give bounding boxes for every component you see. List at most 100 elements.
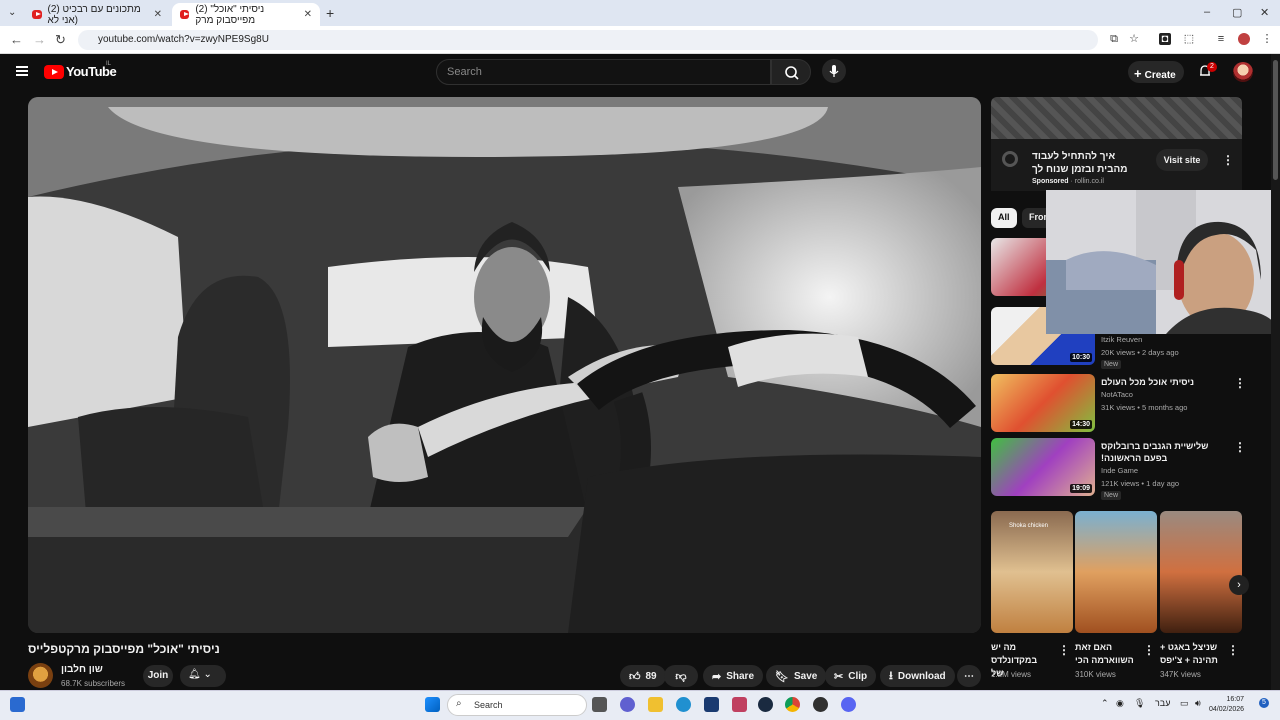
windows-start-icon[interactable]	[425, 697, 440, 712]
reload-icon[interactable]: ↻	[55, 32, 66, 48]
short-views: 1.2M views	[991, 670, 1032, 679]
related-more-icon[interactable]: ⋮	[1234, 440, 1246, 454]
sponsored-label: Sponsored	[1032, 178, 1069, 185]
url-text: youtube.com/watch?v=zwyNPE9Sg8U	[98, 34, 269, 45]
store-icon[interactable]	[704, 697, 719, 712]
related-thumbnail-3[interactable]: 14:30	[991, 374, 1095, 432]
short-thumbnail-3[interactable]	[1160, 511, 1242, 633]
channel-avatar[interactable]	[28, 663, 53, 688]
ad-more-icon[interactable]: ⋮	[1222, 153, 1234, 167]
hamburger-menu-icon[interactable]	[16, 66, 28, 76]
related-more-icon[interactable]: ⋮	[1234, 376, 1246, 390]
clip-button[interactable]: ✂ Clip	[825, 665, 877, 687]
obs-icon[interactable]	[813, 697, 828, 712]
close-tab-icon[interactable]: ✕	[154, 9, 162, 20]
short-more-icon[interactable]: ⋮	[1227, 643, 1239, 657]
video-player[interactable]	[28, 97, 981, 633]
shorts-next-icon[interactable]: ›	[1229, 575, 1249, 595]
related-thumbnail-4[interactable]: 19:09	[991, 438, 1095, 496]
youtube-favicon-icon	[180, 10, 190, 19]
tab-search-icon[interactable]: ≡	[1215, 33, 1227, 45]
tray-app-icon[interactable]: ◉	[1116, 698, 1124, 709]
save-button[interactable]: 🔖︎ Save	[766, 665, 827, 687]
edge-icon[interactable]	[676, 697, 691, 712]
tab-search-icon[interactable]: ⌄	[8, 7, 16, 18]
profile-avatar-icon[interactable]	[1238, 33, 1250, 45]
chip-all[interactable]: All	[991, 208, 1017, 228]
account-avatar[interactable]	[1233, 62, 1253, 82]
dislike-button[interactable]: 👎︎	[664, 665, 698, 687]
short-more-icon[interactable]: ⋮	[1143, 643, 1155, 657]
chrome-icon[interactable]	[785, 697, 800, 712]
related-meta: 20K views • 2 days ago	[1101, 348, 1179, 357]
subscription-bell-button[interactable]: 🔔︎ ⌄	[180, 665, 226, 687]
volume-icon[interactable]: 🔊︎	[1195, 698, 1201, 709]
tray-chevron-icon[interactable]: ⌃	[1101, 698, 1109, 709]
like-button[interactable]: 👍︎ 89	[620, 665, 666, 687]
short-thumbnail-1[interactable]: Shoka chicken	[991, 511, 1073, 633]
more-actions-button[interactable]: ⋯	[957, 665, 981, 687]
short-overlay-text: Shoka chicken	[1009, 523, 1049, 529]
bookmark-star-icon[interactable]: ☆	[1128, 33, 1140, 45]
browser-menu-icon[interactable]: ⋮	[1261, 33, 1273, 45]
scrollbar-thumb[interactable]	[1273, 60, 1278, 180]
short-thumbnail-2[interactable]	[1075, 511, 1157, 633]
download-icon: ⭳	[889, 669, 893, 682]
youtube-favicon-icon	[32, 10, 42, 19]
file-explorer-icon[interactable]	[648, 697, 663, 712]
more-horizontal-icon: ⋯	[964, 670, 974, 682]
create-button[interactable]: + Create	[1128, 61, 1184, 83]
forward-icon[interactable]: →	[33, 32, 46, 47]
widgets-icon[interactable]	[10, 697, 25, 712]
search-button[interactable]	[771, 59, 811, 85]
app-icon[interactable]	[732, 697, 747, 712]
related-channel[interactable]: Itzik Reuven	[1101, 335, 1142, 344]
url-field[interactable]: youtube.com/watch?v=zwyNPE9Sg8U	[78, 30, 1098, 50]
tab-label: (2) ניסיתי "אוכל" מפייסבוק מרק	[195, 3, 265, 26]
search-input[interactable]: Search	[436, 59, 771, 85]
back-icon[interactable]: ←	[10, 32, 23, 47]
short-title[interactable]: האם זאת השווארמה הכי	[1075, 641, 1135, 667]
related-channel[interactable]: Inde Game	[1101, 466, 1138, 475]
taskbar-clock[interactable]: 16:07 04/02/2026	[1209, 695, 1244, 715]
install-app-icon[interactable]: ⧉	[1108, 33, 1120, 45]
extension-icon[interactable]: ◘	[1159, 33, 1171, 45]
close-tab-icon[interactable]: ✕	[304, 9, 312, 20]
related-title[interactable]: שלישיית הגנבים ברובלוקס בפעם הראשונה!	[1101, 440, 1226, 464]
maximize-icon[interactable]: ▢	[1232, 6, 1242, 19]
close-window-icon[interactable]: ✕	[1260, 6, 1269, 19]
clock-time: 16:07	[1226, 696, 1245, 703]
teams-icon[interactable]	[620, 697, 635, 712]
extensions-puzzle-icon[interactable]: ⬚	[1183, 33, 1195, 45]
steam-icon[interactable]	[758, 697, 773, 712]
new-tab-button[interactable]: +	[326, 5, 334, 21]
related-channel[interactable]: NotATaco	[1101, 390, 1133, 399]
notification-count-badge: 2	[1207, 62, 1217, 72]
voice-search-button[interactable]	[822, 59, 846, 83]
address-bar-row: ← → ↻ youtube.com/watch?v=zwyNPE9Sg8U ⧉ …	[0, 26, 1280, 54]
visit-site-button[interactable]: Visit site	[1156, 149, 1208, 171]
microphone-tray-icon[interactable]: 🎙︎	[1134, 698, 1145, 709]
ad-title[interactable]: איך להתחיל לעבוד מהבית ובזמן שנוח לך	[1032, 150, 1142, 176]
notification-center-icon[interactable]: 5	[1259, 698, 1269, 708]
minimize-icon[interactable]: –	[1204, 6, 1210, 18]
country-code: IL	[106, 61, 112, 67]
share-button[interactable]: ➦ Share	[703, 665, 764, 687]
short-title[interactable]: שניצל באגט + תהינה + צ'יפס	[1160, 641, 1220, 667]
youtube-logo-icon[interactable]	[44, 65, 64, 79]
download-button[interactable]: ⭳ Download	[880, 665, 955, 687]
browser-tab-1[interactable]: (2) מתכונים עם רבכיט (אני לא ✕	[24, 3, 170, 26]
network-icon[interactable]: ▭	[1180, 698, 1189, 709]
discord-icon[interactable]	[841, 697, 856, 712]
thumbs-up-icon: 👍︎	[629, 670, 641, 683]
related-title[interactable]: ניסיתי אוכל מכל העולם	[1101, 376, 1226, 388]
browser-tab-2[interactable]: (2) ניסיתי "אוכל" מפייסבוק מרק ✕	[172, 3, 320, 26]
taskbar-search-icon: ⌕	[456, 698, 462, 709]
language-indicator[interactable]: עבר	[1155, 698, 1170, 708]
ad-banner-image[interactable]	[991, 97, 1242, 139]
task-view-icon[interactable]	[592, 697, 607, 712]
short-more-icon[interactable]: ⋮	[1058, 643, 1070, 657]
join-button[interactable]: Join	[143, 665, 173, 687]
channel-name[interactable]: שון חלבון	[61, 664, 103, 675]
taskbar-search[interactable]: Search	[447, 694, 587, 716]
